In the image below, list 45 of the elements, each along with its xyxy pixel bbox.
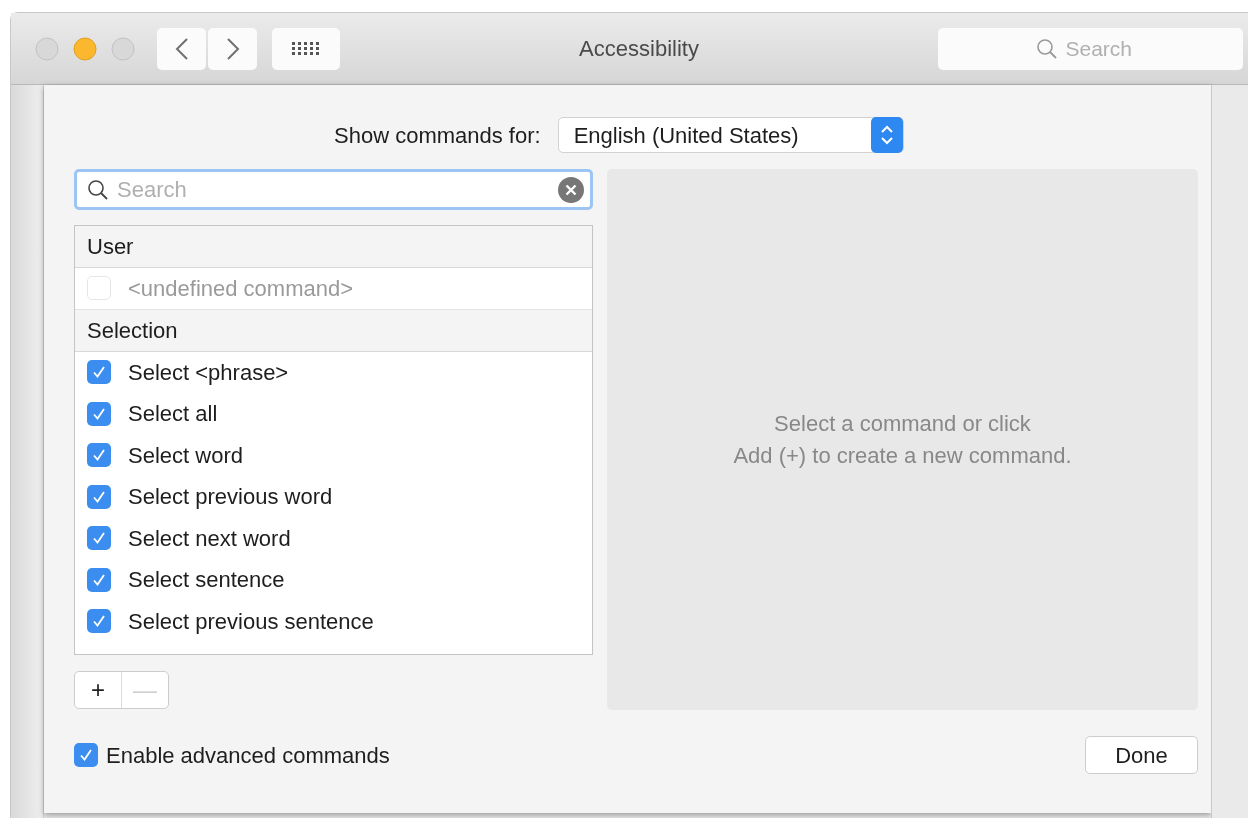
command-label[interactable]: Select <phrase> bbox=[128, 355, 289, 389]
search-icon bbox=[1035, 37, 1058, 60]
checkbox[interactable] bbox=[87, 443, 111, 468]
clear-icon[interactable] bbox=[558, 176, 584, 203]
checkmark-icon bbox=[92, 614, 106, 629]
checkbox[interactable] bbox=[74, 743, 98, 767]
checkmark-icon bbox=[92, 365, 106, 380]
command-label[interactable]: Select all bbox=[128, 397, 218, 431]
add-button[interactable]: + bbox=[75, 672, 121, 708]
back-button[interactable] bbox=[157, 27, 206, 70]
window-controls-icon bbox=[34, 35, 136, 62]
grid-icon bbox=[292, 41, 320, 56]
command-label[interactable]: Select next word bbox=[128, 521, 291, 555]
forward-button[interactable] bbox=[208, 27, 257, 70]
checkmark-icon bbox=[92, 448, 106, 463]
checkmark-icon bbox=[92, 531, 106, 546]
checkbox[interactable] bbox=[87, 401, 111, 426]
checkbox[interactable] bbox=[87, 526, 111, 551]
command-label[interactable]: Select previous word bbox=[128, 480, 333, 514]
chevron-left-icon bbox=[174, 36, 189, 61]
stepper-arrows-icon bbox=[870, 117, 903, 153]
checkbox-label: Enable advanced commands bbox=[106, 741, 390, 770]
search-field[interactable]: Search bbox=[74, 169, 593, 210]
language-label: Show commands for: bbox=[334, 121, 541, 150]
language-popup[interactable]: English (United States) bbox=[557, 117, 904, 153]
checkmark-icon bbox=[92, 572, 106, 587]
checkmark-icon bbox=[92, 406, 106, 421]
checkbox[interactable] bbox=[87, 567, 111, 592]
search-input[interactable]: Search bbox=[117, 173, 558, 206]
checkmark-icon bbox=[79, 748, 93, 762]
group-header: User bbox=[87, 233, 134, 261]
command-label[interactable]: Select previous sentence bbox=[128, 604, 374, 638]
empty-state-message: Select a command or click Add (+) to create a new command. bbox=[733, 409, 1072, 470]
checkbox[interactable] bbox=[87, 484, 111, 509]
command-label[interactable]: Select word bbox=[128, 438, 243, 472]
checkbox[interactable] bbox=[87, 360, 111, 385]
search-icon bbox=[87, 178, 109, 201]
checkmark-icon bbox=[92, 489, 106, 504]
chevron-right-icon bbox=[225, 36, 240, 61]
show-all-button[interactable] bbox=[272, 27, 340, 70]
done-button[interactable]: Done bbox=[1085, 736, 1198, 774]
window-title: Accessibility bbox=[579, 35, 699, 63]
group-header: Selection bbox=[87, 316, 178, 345]
checkbox[interactable] bbox=[87, 609, 111, 634]
command-label[interactable]: Select sentence bbox=[128, 563, 285, 597]
